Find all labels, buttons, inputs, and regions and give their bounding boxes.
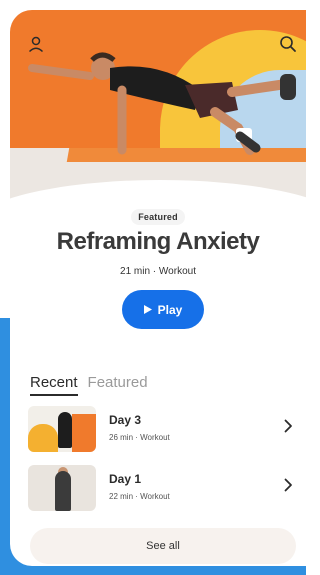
hero-image	[10, 10, 306, 210]
workout-thumbnail	[28, 465, 96, 511]
tab-featured[interactable]: Featured	[88, 374, 148, 396]
play-label: Play	[157, 302, 183, 317]
workout-meta: 22 min · Workout	[109, 492, 170, 501]
workout-thumbnail	[28, 406, 96, 452]
workout-name: Day 1	[109, 472, 142, 486]
search-icon[interactable]	[276, 32, 300, 56]
play-button[interactable]: Play	[122, 290, 204, 329]
tab-recent[interactable]: Recent	[30, 374, 78, 396]
workout-card: Featured Reframing Anxiety 21 min · Work…	[10, 10, 306, 566]
featured-badge: Featured	[10, 207, 306, 225]
chevron-right-icon[interactable]	[278, 416, 298, 436]
tab-bar: Recent Featured	[30, 374, 148, 396]
badge-label: Featured	[131, 209, 185, 225]
workout-name: Day 3	[109, 413, 142, 427]
list-item-day-3[interactable]: Day 3 26 min · Workout	[28, 406, 306, 454]
workout-meta: 26 min · Workout	[109, 433, 170, 442]
see-all-button[interactable]: See all	[30, 528, 296, 564]
workout-meta: 21 min · Workout	[120, 266, 196, 277]
person-outline-icon	[28, 36, 44, 53]
page-title: Reframing Anxiety	[56, 228, 260, 255]
profile-icon[interactable]	[24, 32, 48, 56]
list-item-day-1[interactable]: Day 1 22 min · Workout	[28, 465, 306, 513]
play-icon	[143, 305, 152, 314]
chevron-right-icon[interactable]	[278, 475, 298, 495]
